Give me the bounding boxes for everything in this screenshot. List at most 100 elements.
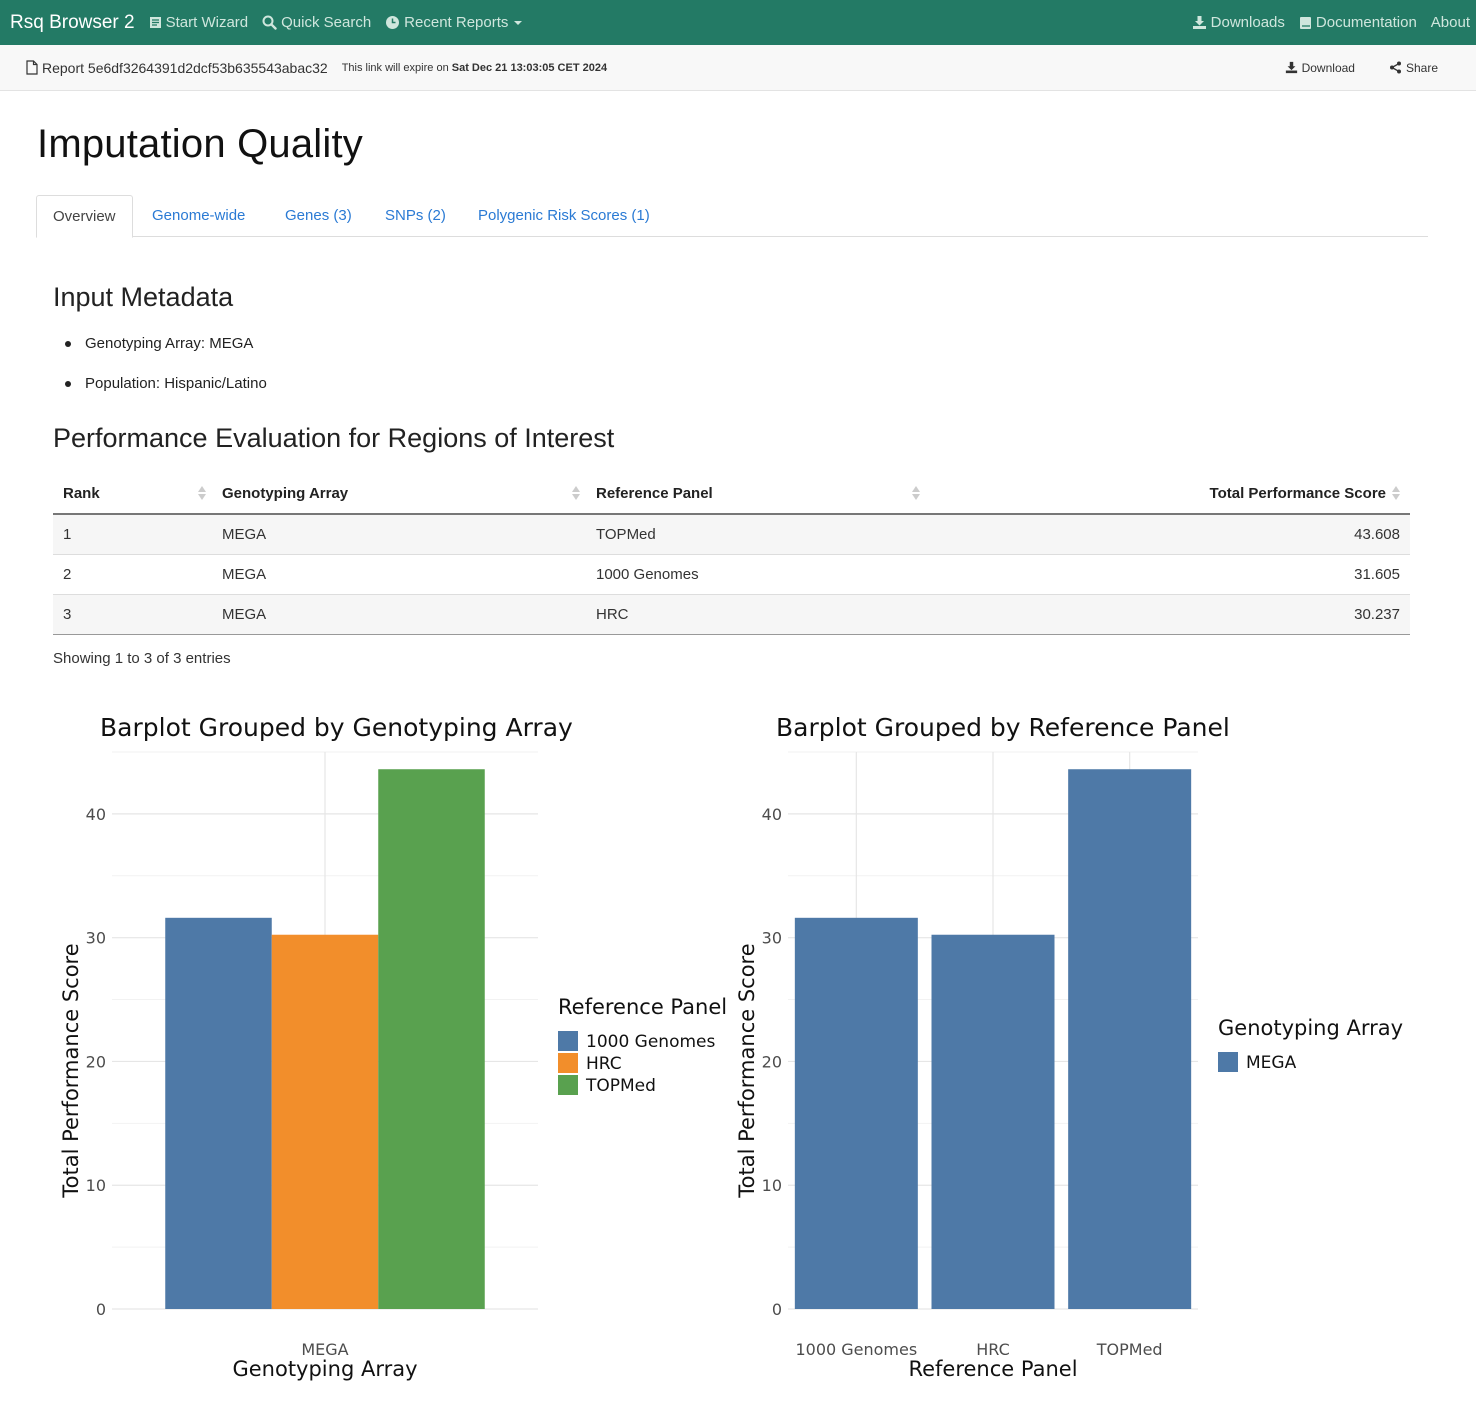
share-report-button[interactable]: Share [1389, 61, 1438, 75]
chart-by-genotyping-array: Barplot Grouped by Genotyping Array 0 10 20… [40, 700, 740, 1405]
page-title: Imputation Quality [37, 122, 363, 166]
column-header-rank[interactable]: Rank [53, 474, 212, 515]
chart-by-reference-panel: Barplot Grouped by Reference Panel 0 10 20 3… [720, 700, 1460, 1405]
legend-title: Reference Panel [558, 995, 727, 1019]
nav-about[interactable]: About [1431, 14, 1470, 31]
performance-heading: Performance Evaluation for Regions of In… [53, 423, 615, 453]
link-expiry: This link will expire on Sat Dec 21 13:0… [342, 62, 607, 74]
share-icon [1389, 61, 1401, 74]
table-row: 2 MEGA 1000 Genomes 31.605 [53, 554, 1410, 595]
nav-downloads-label: Downloads [1210, 14, 1285, 31]
top-navbar: Rsq Browser 2 Start Wizard Quick Search … [0, 0, 1476, 45]
chevron-down-icon [514, 20, 523, 25]
cell-genotyping-array: MEGA [212, 554, 586, 595]
chart-title: Barplot Grouped by Genotyping Array [100, 713, 573, 742]
legend-label-topmed: TOPMed [585, 1076, 656, 1096]
expiry-date: Sat Dec 21 13:03:05 CET 2024 [451, 61, 608, 74]
cell-reference-panel: TOPMed [586, 514, 926, 555]
download-report-button[interactable]: Download [1285, 61, 1355, 75]
nav-recent-reports-label: Recent Reports [404, 14, 509, 31]
bar-mega-topmed [1068, 769, 1192, 1309]
nav-documentation[interactable]: Documentation [1299, 14, 1417, 31]
tab-polygenic-risk-scores[interactable]: Polygenic Risk Scores (1) [478, 195, 650, 237]
list-item: Population: Hispanic/Latino [62, 371, 267, 411]
legend-swatch-mega [1218, 1052, 1238, 1072]
y-axis-label: Total Performance Score [735, 943, 759, 1198]
y-tick-label: 40 [762, 805, 782, 824]
tab-genes[interactable]: Genes (3) [285, 195, 352, 237]
brand-link[interactable]: Rsq Browser 2 [10, 12, 135, 34]
cell-reference-panel: HRC [586, 594, 926, 635]
report-tabs: Overview Genome-wide Genes (3) SNPs (2) … [36, 195, 1428, 238]
clock-icon [386, 16, 400, 29]
cell-reference-panel: 1000 Genomes [586, 554, 926, 595]
y-tick-label: 40 [86, 805, 106, 824]
file-icon [26, 60, 38, 75]
nav-downloads[interactable]: Downloads [1192, 14, 1285, 31]
cell-rank: 1 [53, 514, 212, 555]
y-tick-label: 30 [86, 929, 106, 948]
sort-icon [1392, 486, 1400, 502]
column-header-genotyping-array[interactable]: Genotyping Array [212, 474, 586, 515]
legend-label-hrc: HRC [586, 1054, 622, 1074]
tab-snps[interactable]: SNPs (2) [385, 195, 446, 237]
barplot-by-reference-panel: Barplot Grouped by Reference Panel 0 10 20 3… [735, 713, 1403, 1381]
y-tick-label: 0 [96, 1300, 106, 1319]
y-axis-label: Total Performance Score [59, 943, 83, 1198]
cell-total-score: 30.237 [926, 594, 1410, 635]
nav-recent-reports[interactable]: Recent Reports [385, 14, 523, 31]
download-icon [1192, 16, 1206, 29]
column-header-label: Genotyping Array [222, 485, 349, 502]
bar-1000-genomes-mega [165, 917, 272, 1309]
chart-title: Barplot Grouped by Reference Panel [776, 713, 1230, 742]
download-icon [1285, 61, 1297, 74]
y-tick-label: 20 [86, 1052, 106, 1071]
cell-rank: 3 [53, 594, 212, 635]
sort-icon [912, 486, 920, 502]
legend-label-mega: MEGA [1246, 1053, 1297, 1073]
y-tick-label: 10 [86, 1176, 106, 1195]
legend-swatch-topmed [558, 1075, 578, 1095]
y-tick-label: 10 [762, 1176, 782, 1195]
bar-mega-hrc [931, 934, 1055, 1309]
report-bar: Report 5e6df3264391d2dcf53b635543abac32 … [0, 45, 1476, 91]
column-header-label: Rank [63, 485, 100, 502]
y-tick-label: 0 [772, 1300, 782, 1319]
book-icon [149, 17, 161, 28]
input-metadata-heading: Input Metadata [53, 282, 234, 312]
column-header-label: Reference Panel [596, 485, 713, 502]
column-header-reference-panel[interactable]: Reference Panel [586, 474, 926, 515]
y-tick-label: 20 [762, 1052, 782, 1071]
nav-start-wizard[interactable]: Start Wizard [149, 14, 248, 31]
sort-icon [198, 486, 206, 502]
report-id: Report 5e6df3264391d2dcf53b635543abac32 [26, 60, 328, 76]
nav-quick-search[interactable]: Quick Search [262, 14, 371, 31]
x-axis-label: Genotyping Array [232, 1357, 417, 1381]
nav-right-group: Downloads Documentation About [1178, 14, 1476, 31]
table-row: 1 MEGA TOPMed 43.608 [53, 514, 1410, 555]
y-tick-label: 30 [762, 929, 782, 948]
report-actions: Download Share [1251, 61, 1438, 75]
nav-about-label: About [1430, 14, 1470, 31]
download-report-label: Download [1301, 60, 1355, 75]
performance-table: Rank Genotyping Array Reference Panel To… [53, 474, 1410, 635]
share-report-label: Share [1405, 60, 1438, 75]
bar-mega-1000-genomes [794, 917, 918, 1309]
legend-swatch-1000-genomes [558, 1031, 578, 1051]
nav-quick-search-label: Quick Search [281, 14, 372, 31]
nav-documentation-label: Documentation [1315, 14, 1417, 31]
expiry-prefix: This link will expire on [341, 61, 449, 74]
report-id-label: Report 5e6df3264391d2dcf53b635543abac32 [42, 59, 328, 76]
column-header-total-performance-score[interactable]: Total Performance Score [926, 474, 1410, 515]
tab-overview[interactable]: Overview [36, 195, 133, 238]
bar-topmed-mega [378, 769, 485, 1309]
tab-genome-wide[interactable]: Genome-wide [152, 195, 245, 237]
table-header-row: Rank Genotyping Array Reference Panel To… [53, 474, 1410, 515]
legend-label-1000-genomes: 1000 Genomes [586, 1032, 715, 1052]
metadata-list: Genotyping Array: MEGA Population: Hispa… [62, 331, 267, 411]
x-axis-label: Reference Panel [908, 1357, 1077, 1381]
x-tick-label: TOPMed [1096, 1340, 1163, 1359]
list-item: Genotyping Array: MEGA [62, 331, 267, 371]
table-row: 3 MEGA HRC 30.237 [53, 594, 1410, 635]
cell-rank: 2 [53, 554, 212, 595]
